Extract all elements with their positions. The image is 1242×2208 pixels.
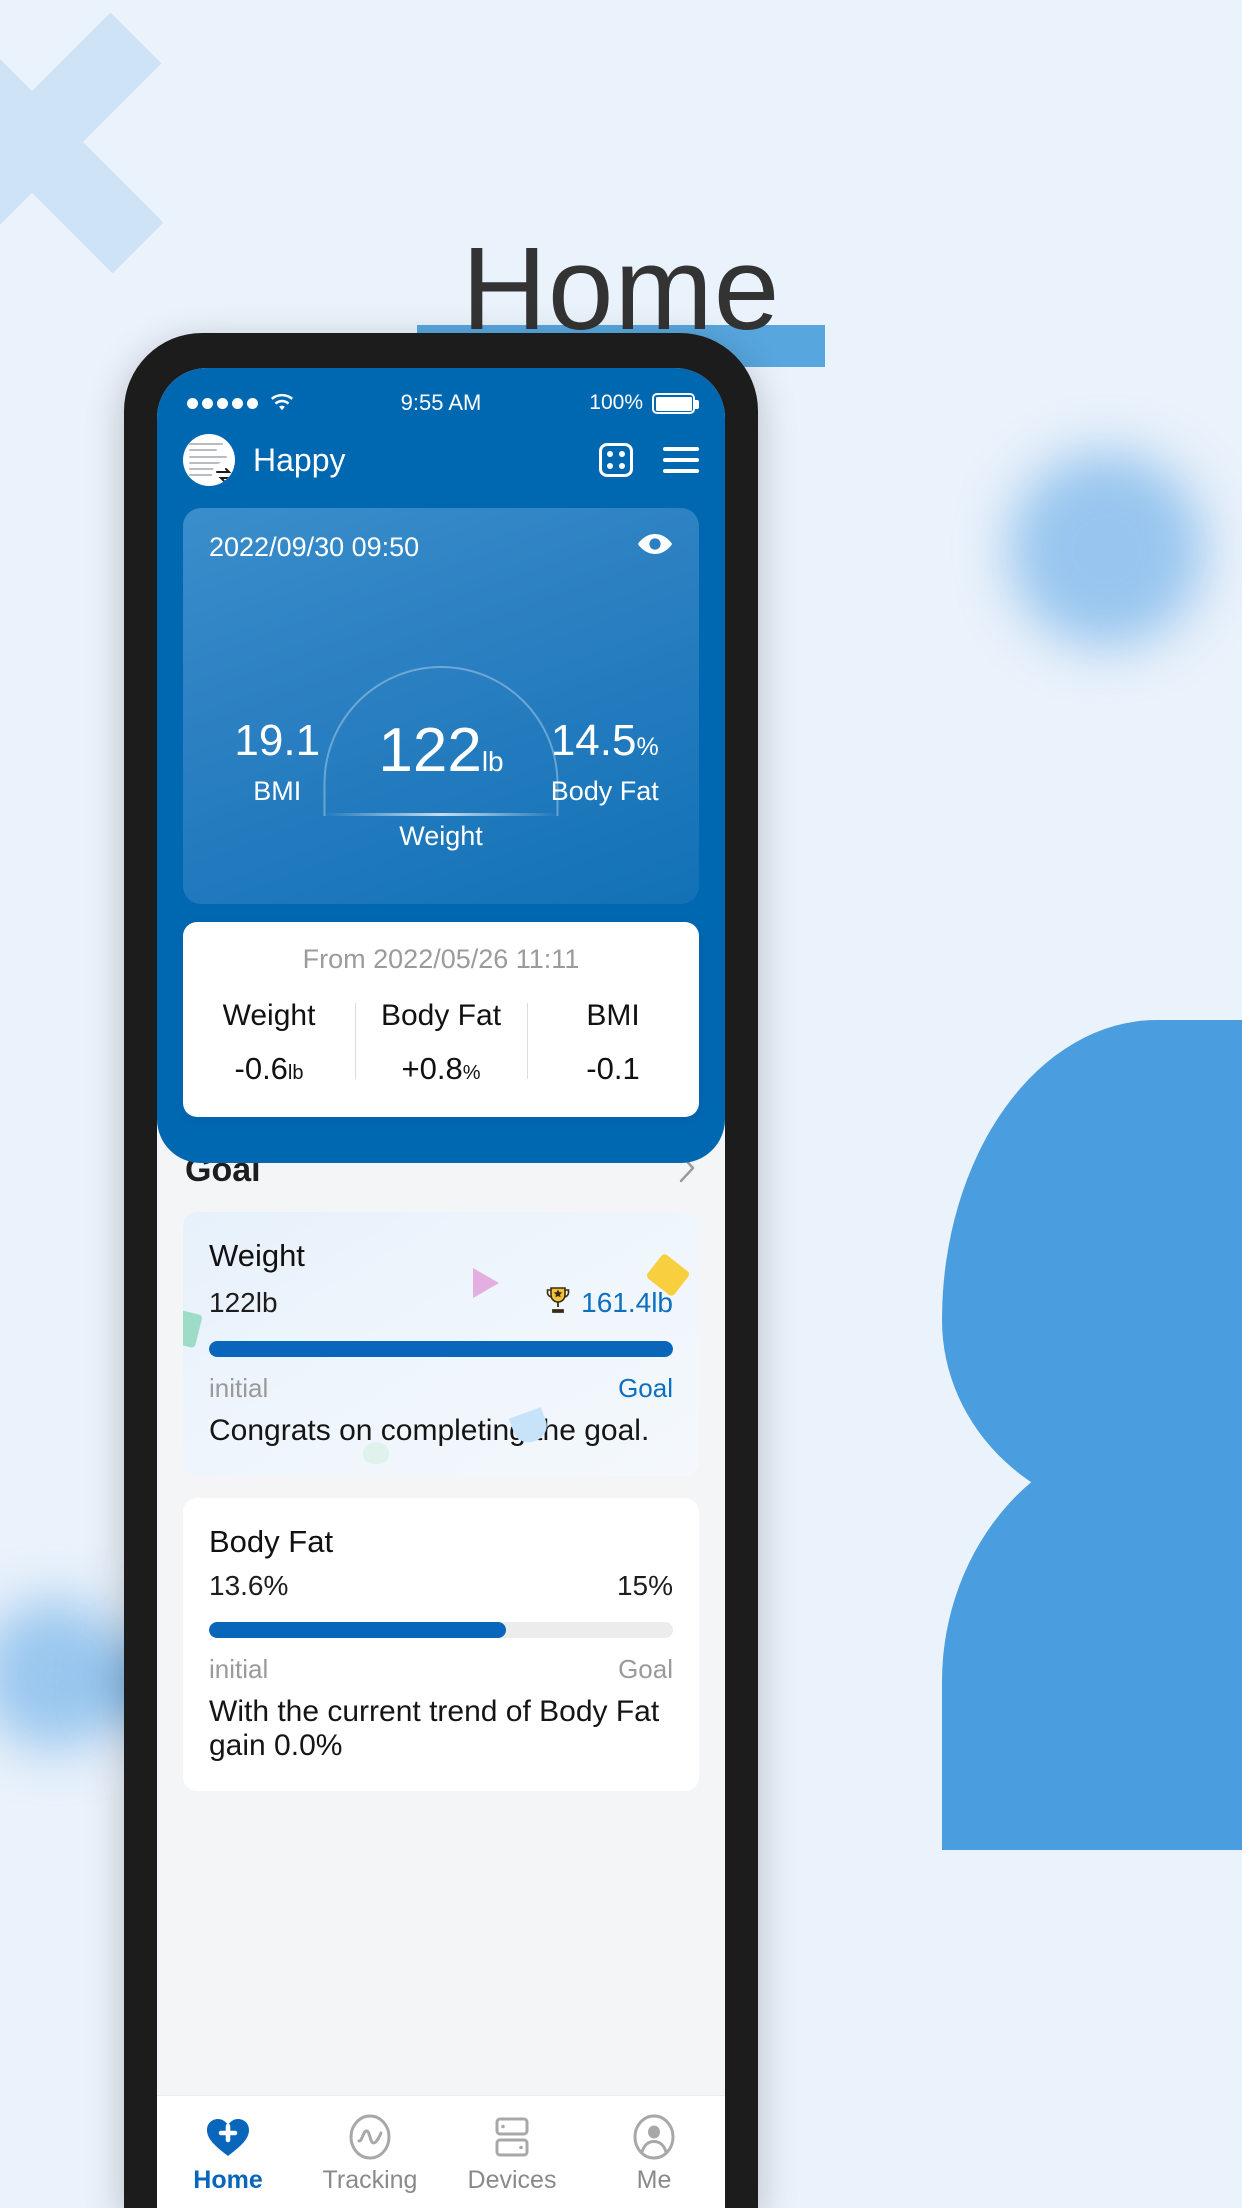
phone-screen: 9:55 AM 100% Happy 2022/09/30 09:50 19.1… [157,368,725,2208]
comparison-card: From 2022/05/26 11:11 Weight -0.6lb Body… [183,922,699,1117]
goal-message: Congrats on completing the goal. [209,1414,650,1447]
comparison-label: BMI [586,999,640,1032]
goal-initial-label: initial [209,1654,269,1684]
goal-current-value: 13.6% [209,1570,289,1601]
comparison-unit: % [462,1062,481,1084]
goal-goal-label: Goal [618,1373,673,1403]
goal-target-value: 15% [616,1570,673,1601]
goal-progress-fill [209,1622,506,1638]
weight-value: 122 [378,716,482,785]
goal-progress-fill [209,1341,673,1357]
goal-message: With the current trend of Body Fat gain … [209,1695,660,1762]
measurement-datetime: 2022/09/30 09:50 [209,532,420,562]
goal-card-weight[interactable]: Weight 122lb 161.4lb initial Goal Congra… [183,1212,699,1476]
tab-label: Devices [467,2166,557,2194]
goal-card-body-fat[interactable]: Body Fat 13.6% 15% initial Goal With the… [183,1498,699,1791]
body-fat-unit: % [636,733,659,761]
goal-progress-bar [209,1622,673,1638]
page-title-wrapper: Home [0,223,1242,367]
comparison-item: Body Fat +0.8% [355,999,527,1087]
blue-blob-decoration-2 [942,1430,1242,1850]
goal-card-values: 122lb 161.4lb [209,1284,673,1321]
goal-card-title: Body Fat [209,1524,334,1559]
metric-body-fat: 14.5% Body Fat [537,716,673,807]
dice-scan-icon[interactable] [599,443,633,477]
devices-icon [441,2110,583,2164]
bottom-tab-bar: Home Tracking Devices Me [157,2095,725,2208]
goal-card-title: Weight [209,1238,305,1273]
body-fat-value: 14.5 [550,716,637,765]
trophy-icon [543,1284,573,1321]
goal-card-values: 13.6% 15% [209,1570,673,1602]
soft-circle-decoration-1 [1009,452,1204,647]
status-bar: 9:55 AM 100% [157,368,725,424]
goal-goal-label: Goal [618,1654,673,1684]
person-circle-icon [583,2110,725,2164]
confetti-mint [363,1442,389,1464]
metric-bmi: 19.1 BMI [209,716,345,807]
pulse-circle-icon [299,2110,441,2164]
comparison-delta: -0.6 [234,1051,288,1086]
measurement-card[interactable]: 2022/09/30 09:50 19.1 BMI 122lb Weight 1… [183,508,699,904]
comparison-delta: +0.8 [401,1051,463,1086]
tab-label: Home [193,2166,263,2194]
hamburger-menu-icon[interactable] [663,447,699,473]
metrics-row: 19.1 BMI 122lb Weight 14.5% Body Fat [209,716,673,852]
switch-user-icon [212,462,235,486]
goal-current-value: 122lb [209,1286,278,1318]
app-header: Happy [157,424,725,508]
goal-target-value: 161.4lb [581,1286,673,1318]
tab-tracking[interactable]: Tracking [299,2110,441,2195]
heart-plus-icon [157,2110,299,2164]
goal-initial-label: initial [209,1373,269,1403]
goal-card-footer: initial Goal [209,1373,673,1404]
status-bar-time: 9:55 AM [400,390,482,415]
bmi-label: BMI [253,776,302,807]
comparison-unit: lb [287,1062,304,1084]
comparison-delta: -0.1 [586,1051,640,1086]
confetti-triangle [473,1268,499,1298]
bmi-value: 19.1 [234,716,321,765]
page-title: Home [461,223,781,355]
tab-label: Tracking [322,2166,418,2194]
comparison-from-label: From 2022/05/26 11:11 [302,944,580,974]
phone-frame: 9:55 AM 100% Happy 2022/09/30 09:50 19.1… [124,333,758,2208]
weight-unit: lb [481,746,504,777]
weight-label: Weight [399,821,483,852]
avatar[interactable] [183,434,235,486]
content-area: Goal Weight 122lb 161.4lb initial Goal C… [157,1117,725,1791]
comparison-item: BMI -0.1 [527,999,699,1087]
comparison-item: Weight -0.6lb [183,999,355,1087]
body-fat-label: Body Fat [550,776,659,807]
comparison-label: Body Fat [380,999,502,1032]
confetti-teal [183,1309,203,1349]
goal-progress-bar [209,1341,673,1357]
eye-icon[interactable] [637,532,673,561]
comparison-row: Weight -0.6lb Body Fat +0.8% BMI -0.1 [183,999,699,1087]
username-label: Happy [253,441,346,478]
battery-icon [652,392,699,414]
header-actions [599,443,699,477]
tab-me[interactable]: Me [583,2110,725,2195]
metric-weight: 122lb Weight [345,718,536,852]
tab-devices[interactable]: Devices [441,2110,583,2195]
goal-target-group: 161.4lb [543,1284,673,1321]
tab-label: Me [636,2166,672,2194]
goal-card-footer: initial Goal [209,1654,673,1685]
tab-home[interactable]: Home [157,2110,299,2195]
comparison-label: Weight [222,999,316,1032]
measurement-section: 2022/09/30 09:50 19.1 BMI 122lb Weight 1… [157,508,725,1163]
